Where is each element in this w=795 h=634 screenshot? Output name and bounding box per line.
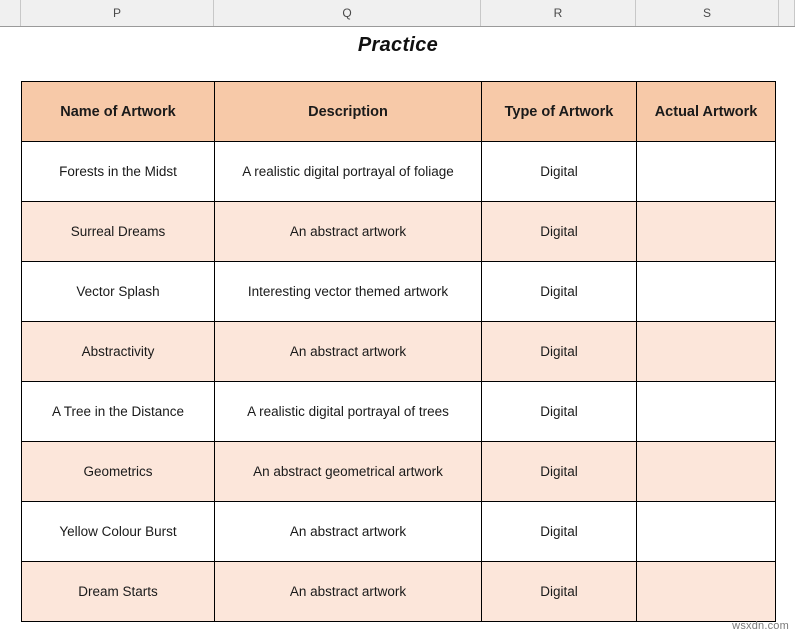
cell-description[interactable]: An abstract artwork [214, 561, 482, 622]
cell-actual-artwork[interactable] [636, 261, 776, 322]
cell-actual-artwork[interactable] [636, 441, 776, 502]
table-header: Name of Artwork Description Type of Artw… [21, 81, 776, 142]
column-header-name-of-artwork: Name of Artwork [21, 81, 215, 142]
page-title: Practice [357, 33, 439, 56]
cell-type-of-artwork[interactable]: Digital [481, 321, 637, 382]
watermark: wsxdn.com [732, 620, 789, 632]
cell-actual-artwork[interactable] [636, 561, 776, 622]
cell-type-of-artwork[interactable]: Digital [481, 141, 637, 202]
cell-type-of-artwork[interactable]: Digital [481, 381, 637, 442]
column-header-description: Description [214, 81, 482, 142]
cell-type-of-artwork[interactable]: Digital [481, 441, 637, 502]
cell-name-of-artwork[interactable]: Abstractivity [21, 321, 215, 382]
cell-type-of-artwork[interactable]: Digital [481, 261, 637, 322]
table-row: Vector Splash Interesting vector themed a… [21, 261, 776, 322]
cell-name-of-artwork[interactable]: Dream Starts [21, 561, 215, 622]
cell-description[interactable]: A realistic digital portrayal of trees [214, 381, 482, 442]
column-letter-r[interactable]: R [481, 0, 636, 26]
table-header-row: Name of Artwork Description Type of Artw… [21, 81, 776, 142]
table-row: Forests in the Midst A realistic digital … [21, 141, 776, 202]
cell-description[interactable]: An abstract artwork [214, 201, 482, 262]
cell-type-of-artwork[interactable]: Digital [481, 201, 637, 262]
cell-actual-artwork[interactable] [636, 141, 776, 202]
spreadsheet-column-header-strip: PQRS [0, 0, 795, 27]
table-row: A Tree in the Distance A realistic digita… [21, 381, 776, 442]
column-header-type-of-artwork: Type of Artwork [481, 81, 637, 142]
cell-description[interactable]: An abstract artwork [214, 321, 482, 382]
cell-name-of-artwork[interactable]: Vector Splash [21, 261, 215, 322]
artwork-table: Name of Artwork Description Type of Artw… [21, 81, 776, 622]
cell-description[interactable]: An abstract geometrical artwork [214, 441, 482, 502]
cell-description[interactable]: Interesting vector themed artwork [214, 261, 482, 322]
cell-description[interactable]: An abstract artwork [214, 501, 482, 562]
column-letter-q[interactable]: Q [214, 0, 481, 26]
cell-type-of-artwork[interactable]: Digital [481, 561, 637, 622]
column-letter-spacer [779, 0, 795, 26]
cell-actual-artwork[interactable] [636, 381, 776, 442]
column-letter-spacer [0, 0, 21, 26]
table-row: Dream Starts An abstract artwork Digital [21, 561, 776, 622]
cell-actual-artwork[interactable] [636, 501, 776, 562]
cell-actual-artwork[interactable] [636, 201, 776, 262]
column-letter-s[interactable]: S [636, 0, 779, 26]
column-header-actual-artwork: Actual Artwork [636, 81, 776, 142]
table-row: Yellow Colour Burst An abstract artwork Di… [21, 501, 776, 562]
cell-name-of-artwork[interactable]: A Tree in the Distance [21, 381, 215, 442]
column-letter-p[interactable]: P [21, 0, 214, 26]
cell-name-of-artwork[interactable]: Yellow Colour Burst [21, 501, 215, 562]
cell-name-of-artwork[interactable]: Forests in the Midst [21, 141, 215, 202]
table-row: Geometrics An abstract geometrical artwor… [21, 441, 776, 502]
cell-description[interactable]: A realistic digital portrayal of foliage [214, 141, 482, 202]
table-row: Surreal Dreams An abstract artwork Digital [21, 201, 776, 262]
cell-type-of-artwork[interactable]: Digital [481, 501, 637, 562]
table-row: Abstractivity An abstract artwork Digital [21, 321, 776, 382]
cell-actual-artwork[interactable] [636, 321, 776, 382]
cell-name-of-artwork[interactable]: Geometrics [21, 441, 215, 502]
table-body: Forests in the Midst A realistic digital … [21, 141, 776, 622]
cell-name-of-artwork[interactable]: Surreal Dreams [21, 201, 215, 262]
